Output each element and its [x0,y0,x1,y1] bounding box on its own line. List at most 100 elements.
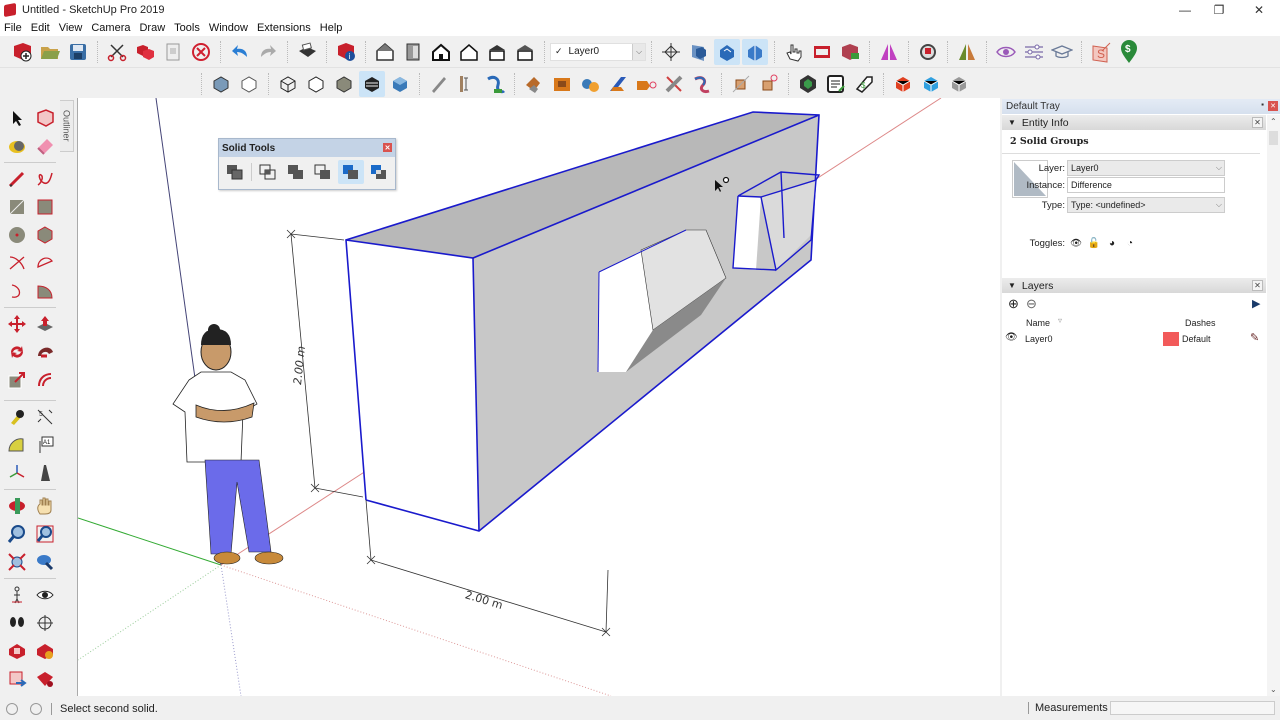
flip-edge-icon[interactable] [661,71,687,97]
menu-file[interactable]: File [4,22,22,34]
look-around-icon[interactable] [33,583,57,607]
zoom-tool-icon[interactable] [5,522,29,546]
menu-camera[interactable]: Camera [91,22,130,34]
copy-icon[interactable] [132,39,158,65]
flip-along-icon[interactable] [954,39,980,65]
push-pull-icon[interactable] [33,312,57,336]
credits-icon[interactable] [30,702,42,715]
menu-view[interactable]: View [59,22,83,34]
smoove-icon[interactable] [689,71,715,97]
previous-view-icon[interactable] [33,550,57,574]
tray-close-icon[interactable]: ✕ [1268,101,1278,111]
text-tool-icon[interactable]: A1 [33,433,57,457]
sandbox-icon[interactable]: S [1088,39,1114,65]
front-view-icon[interactable] [400,39,426,65]
solid-tools-header[interactable]: Solid Tools ✕ [219,139,395,157]
minimize-button[interactable]: — [1166,0,1204,19]
iso-view-icon[interactable] [372,39,398,65]
rectangle-tool-icon[interactable] [5,195,29,219]
erase-icon[interactable] [188,39,214,65]
walk-tool-icon[interactable] [5,611,29,635]
orbit-tool-icon[interactable] [5,494,29,518]
extension-warehouse-blue-icon[interactable] [918,71,944,97]
scroll-up-icon[interactable]: ⌃ [1270,117,1277,126]
chevron-down-icon[interactable]: ⌵ [632,43,645,60]
trim-icon[interactable] [338,160,365,184]
freehand-icon[interactable] [33,167,57,191]
pan-tool-icon[interactable] [33,494,57,518]
layer-details-icon[interactable]: ▶ [1252,297,1260,310]
line-tool-icon[interactable] [5,167,29,191]
menu-tools[interactable]: Tools [174,22,200,34]
hidden-line-icon[interactable] [303,71,329,97]
layer-color-swatch[interactable] [1163,332,1179,346]
outer-shell-icon[interactable] [222,160,248,184]
position-camera-icon[interactable] [5,583,29,607]
open-icon[interactable] [37,39,63,65]
layer-visible-eye-icon[interactable]: 👁 [1005,332,1018,343]
warehouse-icon[interactable] [795,71,821,97]
menu-extensions[interactable]: Extensions [257,22,311,34]
scroll-down-icon[interactable]: ⌄ [1270,685,1277,694]
rotate-tool-icon[interactable] [5,340,29,364]
section-plane-icon[interactable] [658,39,684,65]
column-name[interactable]: Name [1026,318,1050,328]
left-view-icon[interactable] [512,39,538,65]
share-model-icon[interactable] [33,639,57,663]
drape-icon[interactable] [482,71,508,97]
instructor-icon[interactable] [1049,39,1075,65]
entity-layer-select[interactable]: Layer0 ⌵ [1067,160,1225,176]
layers-close-icon[interactable]: ✕ [1252,280,1263,291]
make-component-icon[interactable] [33,106,57,130]
follow-me-tool-icon[interactable] [549,71,575,97]
menu-window[interactable]: Window [209,22,248,34]
circle-tool-icon[interactable] [5,223,29,247]
toggle-cast-shadows-icon[interactable]: ◔ [1121,238,1139,249]
close-button[interactable]: ✕ [1240,0,1278,19]
remove-layer-icon[interactable]: ⊖ [1026,296,1037,312]
arc-tool-icon[interactable] [5,251,29,275]
close-icon[interactable]: ✕ [383,143,392,152]
measurements-input[interactable] [1110,701,1275,715]
mirror-icon[interactable] [876,39,902,65]
push-pull-tool-icon[interactable] [521,71,547,97]
monochrome-icon[interactable] [387,71,413,97]
back-view-icon[interactable] [484,39,510,65]
edit-pencil-icon[interactable]: ✎ [1250,331,1259,344]
zoom-window-icon[interactable] [33,522,57,546]
share-component-icon[interactable] [5,667,29,691]
display-section-planes-icon[interactable] [686,39,712,65]
geo-location-icon[interactable] [6,702,18,715]
redo-icon[interactable] [255,39,281,65]
undo-icon[interactable] [227,39,253,65]
polygon-tool-icon[interactable] [33,223,57,247]
entity-type-select[interactable]: Type: <undefined> ⌵ [1067,197,1225,213]
rotated-rectangle-icon[interactable] [33,195,57,219]
sliders-icon[interactable] [1021,39,1047,65]
three-point-arc-icon[interactable] [5,279,29,303]
layer-dashes[interactable]: Default [1182,334,1211,344]
scrollbar-thumb[interactable] [1269,131,1278,145]
cut-icon[interactable] [104,39,130,65]
new-model-icon[interactable] [9,39,35,65]
xray-icon[interactable] [208,71,234,97]
entity-info-close-icon[interactable]: ✕ [1252,117,1263,128]
pie-tool-icon[interactable] [33,279,57,303]
interact-icon[interactable] [781,39,807,65]
view-hidden-icon[interactable] [993,39,1019,65]
component-attributes-icon[interactable] [837,39,863,65]
display-section-fill-icon[interactable] [742,38,768,65]
menu-draw[interactable]: Draw [139,22,165,34]
tape-measure-icon[interactable] [5,405,29,429]
extension-warehouse-icon[interactable] [33,667,57,691]
toggle-receive-shadows-icon[interactable]: ◕ [1103,238,1121,249]
save-icon[interactable] [65,39,91,65]
extension-manager-icon[interactable] [946,71,972,97]
right-view-icon[interactable] [456,39,482,65]
restore-button[interactable]: ❐ [1200,0,1238,19]
split-icon[interactable] [366,160,392,184]
move-tool-icon[interactable] [5,312,29,336]
layer-name[interactable]: Layer0 [1025,334,1053,344]
smoove-tool-icon[interactable] [426,71,452,97]
section-plane-remove-icon[interactable] [756,71,782,97]
